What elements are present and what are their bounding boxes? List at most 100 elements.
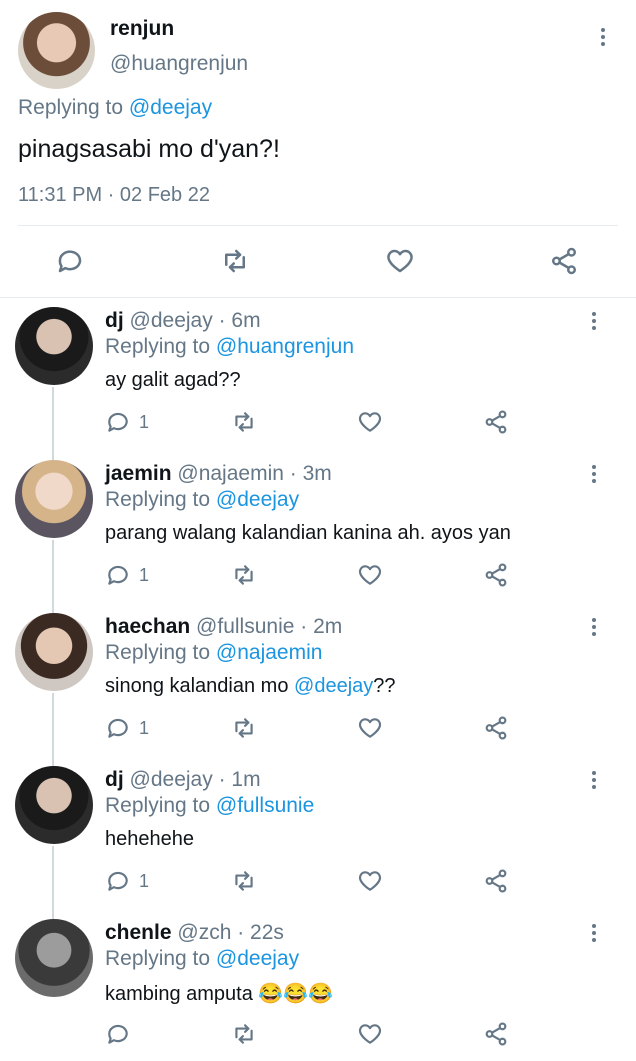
author-name[interactable]: jaemin [105, 462, 172, 485]
thread-line [52, 846, 54, 919]
retweet-button[interactable] [230, 1021, 258, 1047]
reply-button[interactable] [105, 1021, 139, 1047]
share-icon [485, 869, 507, 893]
replying-to-link[interactable]: @najaemin [216, 641, 323, 664]
replying-to-link[interactable]: @deejay [216, 947, 299, 970]
author-name[interactable]: chenle [105, 921, 172, 944]
reply-button[interactable]: 1 [105, 715, 149, 741]
thread-line [52, 540, 54, 613]
retweet-button[interactable] [230, 715, 258, 741]
author-handle[interactable]: @deejay [130, 768, 213, 791]
replying-to-link[interactable]: @deejay [129, 96, 212, 119]
retweet-button[interactable] [230, 868, 258, 894]
avatar[interactable] [15, 460, 93, 538]
comment-icon [108, 412, 128, 432]
author-handle[interactable]: @najaemin [177, 462, 284, 485]
share-button[interactable] [549, 246, 579, 276]
share-button[interactable] [483, 562, 509, 588]
retweet-icon [235, 412, 253, 432]
retweet-icon [235, 871, 253, 891]
replying-prefix: Replying to [105, 794, 211, 817]
share-button[interactable] [483, 409, 509, 435]
retweet-icon [225, 249, 245, 273]
reply-text-body: sinong kalandian mo [105, 675, 295, 697]
author-name[interactable]: dj [105, 768, 124, 791]
reply-text-suffix: ?? [373, 675, 396, 697]
reply-button[interactable]: 1 [105, 409, 149, 435]
avatar[interactable] [15, 766, 93, 844]
share-button[interactable] [483, 868, 509, 894]
more-vertical-icon[interactable] [584, 766, 604, 794]
reply-header: chenle @zch · 22s [105, 921, 284, 945]
reply-button[interactable]: 1 [105, 868, 149, 894]
more-vertical-icon[interactable] [584, 613, 604, 641]
share-button[interactable] [483, 715, 509, 741]
avatar[interactable] [18, 12, 95, 89]
replying-to-link[interactable]: @fullsunie [216, 794, 314, 817]
reply-text: hehehehe [105, 828, 194, 851]
thread-line [52, 693, 54, 766]
heart-icon [387, 249, 413, 273]
like-button[interactable] [357, 715, 383, 741]
reply-time[interactable]: · 1m [219, 768, 261, 791]
retweet-icon [235, 565, 253, 585]
thread-line [52, 387, 54, 460]
reply-time[interactable]: · 2m [300, 615, 342, 638]
retweet-icon [235, 718, 253, 738]
author-handle[interactable]: @fullsunie [196, 615, 294, 638]
like-button[interactable] [357, 868, 383, 894]
comment-icon [108, 718, 128, 738]
share-button[interactable] [483, 1021, 509, 1047]
heart-icon [358, 718, 382, 738]
comment-icon [108, 871, 128, 891]
avatar[interactable] [15, 307, 93, 385]
reply-button[interactable]: 1 [105, 562, 149, 588]
heart-icon [358, 412, 382, 432]
reply-button[interactable] [55, 246, 85, 276]
replying-to-line: Replying to @huangrenjun [105, 335, 354, 359]
reply-header: jaemin @najaemin · 3m [105, 462, 332, 486]
reply-time[interactable]: · 22s [237, 921, 284, 944]
mention-link[interactable]: @deejay [294, 675, 373, 697]
avatar[interactable] [15, 613, 93, 691]
more-vertical-icon[interactable] [593, 23, 613, 51]
heart-icon [358, 565, 382, 585]
replying-prefix: Replying to [18, 96, 124, 119]
more-vertical-icon[interactable] [584, 919, 604, 947]
like-button[interactable] [357, 1021, 383, 1047]
like-button[interactable] [385, 246, 415, 276]
reply-time[interactable]: · 3m [290, 462, 332, 485]
tweet-timestamp[interactable]: 11:31 PM · 02 Feb 22 [18, 184, 210, 207]
reply-text: ay galit agad?? [105, 369, 241, 392]
more-vertical-icon[interactable] [584, 307, 604, 335]
retweet-button[interactable] [230, 562, 258, 588]
reply-count: 1 [139, 870, 150, 891]
share-icon [552, 247, 576, 275]
replying-prefix: Replying to [105, 335, 211, 358]
author-name[interactable]: haechan [105, 615, 190, 638]
replying-to-link[interactable]: @deejay [216, 488, 299, 511]
reply-time[interactable]: · 6m [219, 309, 261, 332]
retweet-button[interactable] [219, 246, 251, 276]
reply-count: 1 [139, 411, 150, 432]
author-name[interactable]: dj [105, 309, 124, 332]
comment-icon [58, 250, 82, 273]
replying-to-link[interactable]: @huangrenjun [216, 335, 354, 358]
like-button[interactable] [357, 409, 383, 435]
reply-header: dj @deejay · 1m [105, 768, 261, 792]
author-name[interactable]: renjun [110, 17, 174, 41]
author-handle[interactable]: @zch [177, 921, 231, 944]
retweet-button[interactable] [230, 409, 258, 435]
avatar[interactable] [15, 919, 93, 997]
author-handle[interactable]: @huangrenjun [110, 52, 248, 76]
more-vertical-icon[interactable] [584, 460, 604, 488]
like-button[interactable] [357, 562, 383, 588]
author-handle[interactable]: @deejay [130, 309, 213, 332]
reply-text: sinong kalandian mo @deejay?? [105, 675, 396, 698]
reply-count: 1 [139, 717, 150, 738]
replying-to-line: Replying to @deejay [18, 96, 212, 120]
reply-text-body: hehehehe [105, 828, 194, 850]
share-icon [485, 1022, 507, 1046]
comment-icon [108, 565, 128, 585]
tweet-text: pinagsasabi mo d'yan?! [18, 135, 280, 163]
